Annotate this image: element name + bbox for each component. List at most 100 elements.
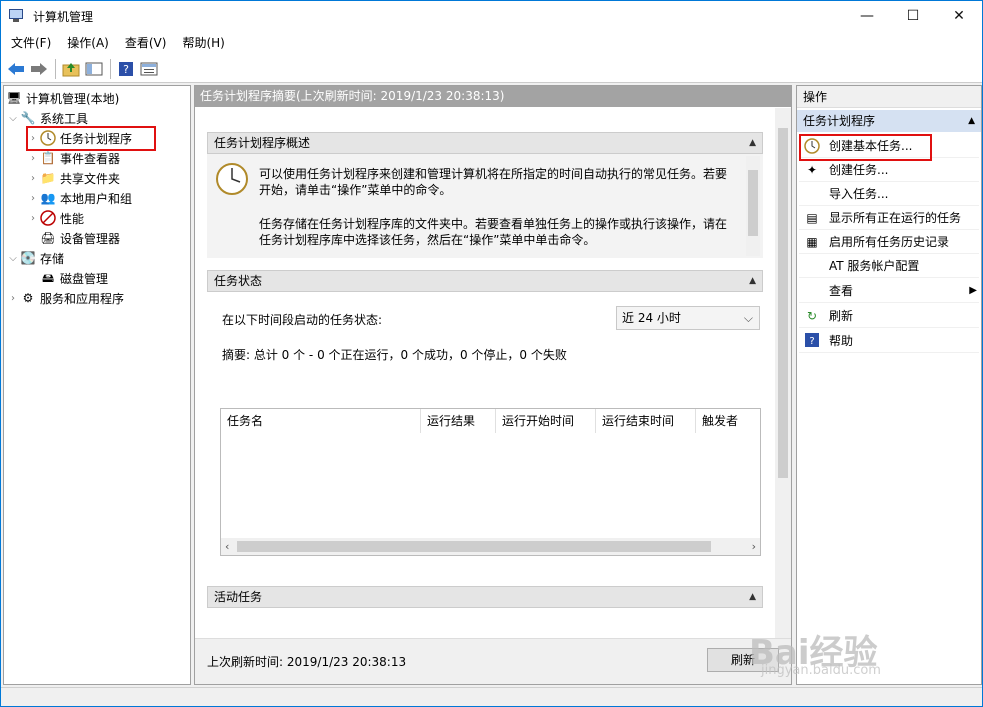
column-header[interactable]: 运行开始时间 — [496, 409, 596, 433]
tree-item-root[interactable]: 🖥 计算机管理(本地) — [6, 88, 119, 108]
storage-icon: 💽 — [20, 251, 36, 265]
tree-item-shared-folders[interactable]: › 📁 共享文件夹 — [26, 168, 120, 188]
collapse-up-icon[interactable]: ▲ — [749, 271, 756, 291]
blank-icon — [803, 186, 821, 202]
action-refresh[interactable]: ↻ 刷新 — [799, 304, 979, 328]
toolbar-separator — [55, 58, 56, 79]
back-arrow-icon[interactable] — [5, 58, 27, 80]
disk-icon: 🖴 — [41, 271, 55, 285]
tree-item-label: 事件查看器 — [60, 151, 121, 166]
action-import-task[interactable]: 导入任务... — [799, 182, 979, 206]
scrollbar-thumb[interactable] — [778, 128, 788, 478]
tree-item-performance[interactable]: › 性能 — [26, 208, 84, 228]
status-section-header[interactable]: 任务状态 ▲ — [207, 270, 763, 292]
expand-chevron-icon[interactable]: › — [26, 173, 40, 184]
column-header[interactable]: 运行结果 — [421, 409, 496, 433]
list-icon: ▤ — [806, 210, 818, 225]
scroll-right-icon[interactable]: › — [752, 538, 756, 555]
action-label: 显示所有正在运行的任务 — [829, 211, 962, 225]
scroll-left-icon[interactable]: ‹ — [225, 538, 229, 555]
collapse-up-icon[interactable]: ▲ — [968, 110, 975, 132]
menu-file[interactable]: 文件(F) — [3, 31, 59, 55]
section-title: 活动任务 — [214, 590, 263, 604]
menu-help[interactable]: 帮助(H) — [174, 31, 232, 55]
up-folder-icon[interactable] — [60, 58, 82, 80]
tree-item-label: 磁盘管理 — [60, 271, 109, 286]
scrollbar-thumb[interactable] — [748, 170, 758, 236]
expand-chevron-icon[interactable]: › — [6, 293, 20, 304]
section-title: 任务状态 — [214, 274, 263, 288]
tree-item-system-tools[interactable]: ⌵ 🔧 系统工具 — [6, 108, 88, 128]
services-icon: ⚙ — [22, 291, 34, 305]
collapse-up-icon[interactable]: ▲ — [749, 587, 756, 607]
action-label: 查看 — [829, 284, 854, 298]
action-enable-history[interactable]: ▦ 启用所有任务历史记录 — [799, 230, 979, 254]
last-refresh-text: 上次刷新时间: 2019/1/23 20:38:13 — [207, 655, 407, 669]
show-hide-tree-icon[interactable] — [83, 58, 105, 80]
tree-item-label: 系统工具 — [40, 111, 89, 126]
table-hscrollbar[interactable]: ‹ › — [221, 538, 760, 555]
properties-icon[interactable] — [138, 58, 160, 80]
collapse-chevron-icon[interactable]: ⌵ — [6, 113, 20, 124]
tree-item-label: 本地用户和组 — [60, 191, 133, 206]
expand-chevron-icon[interactable]: › — [26, 193, 40, 204]
tree-item-disk-management[interactable]: 🖴 磁盘管理 — [40, 268, 108, 288]
action-display-running-tasks[interactable]: ▤ 显示所有正在运行的任务 — [799, 206, 979, 230]
tree-item-storage[interactable]: ⌵ 💽 存储 — [6, 248, 64, 268]
action-label: AT 服务帐户配置 — [829, 259, 920, 273]
overview-text: 开始，请单击“操作”菜单中的命令。 — [259, 183, 452, 197]
action-label: 导入任务... — [829, 187, 889, 201]
navigation-tree: 🖥 计算机管理(本地) ⌵ 🔧 系统工具 › 任务计划程序 › 📋 事件查看器 … — [3, 85, 191, 685]
minimize-button[interactable]: — — [844, 1, 890, 31]
action-label: 帮助 — [829, 334, 854, 348]
close-button[interactable]: ✕ — [936, 1, 982, 31]
tree-item-device-manager[interactable]: 🖨 设备管理器 — [40, 228, 120, 248]
event-viewer-icon: 📋 — [40, 151, 56, 165]
column-header[interactable]: 触发者 — [696, 409, 760, 433]
overview-scrollbar[interactable] — [746, 156, 760, 256]
actions-section-header[interactable]: 任务计划程序 ▲ — [797, 110, 981, 132]
overview-section-header[interactable]: 任务计划程序概述 ▲ — [207, 132, 763, 154]
create-task-icon: ✦ — [806, 162, 818, 177]
tree-item-services-apps[interactable]: › ⚙ 服务和应用程序 — [6, 288, 124, 308]
action-label: 启用所有任务历史记录 — [829, 235, 950, 249]
action-at-service-config[interactable]: AT 服务帐户配置 — [799, 254, 979, 278]
panel-scrollbar[interactable] — [775, 108, 791, 638]
svg-text:?: ? — [123, 63, 129, 76]
expand-chevron-icon[interactable]: › — [26, 213, 40, 224]
expand-chevron-icon[interactable]: › — [26, 153, 40, 164]
collapse-chevron-icon[interactable]: ⌵ — [6, 253, 20, 264]
tree-item-local-users[interactable]: › 👥 本地用户和组 — [26, 188, 132, 208]
scrollbar-thumb[interactable] — [237, 541, 711, 552]
tree-item-label: 性能 — [60, 211, 85, 226]
tools-icon: 🔧 — [20, 111, 36, 125]
forward-arrow-icon[interactable] — [28, 58, 50, 80]
watermark-url: jingyan.baidu.com — [761, 663, 881, 678]
title-bar: 计算机管理 — ☐ ✕ — [1, 1, 982, 31]
highlight-box — [26, 126, 156, 151]
period-dropdown[interactable]: 近 24 小时 ⌵ — [616, 306, 760, 330]
status-label: 在以下时间段启动的任务状态: — [222, 313, 383, 327]
column-header[interactable]: 运行结束时间 — [596, 409, 696, 433]
submenu-arrow-icon: ▶ — [969, 285, 977, 296]
menu-view[interactable]: 查看(V) — [117, 31, 175, 55]
menu-action[interactable]: 操作(A) — [59, 31, 117, 55]
action-label: 刷新 — [829, 309, 854, 323]
action-help[interactable]: ? 帮助 — [799, 329, 979, 353]
history-icon: ▦ — [806, 234, 818, 249]
action-create-task[interactable]: ✦ 创建任务... — [799, 158, 979, 182]
help-icon[interactable]: ? — [115, 58, 137, 80]
tree-item-label: 计算机管理(本地) — [26, 91, 120, 106]
column-header[interactable]: 任务名 — [221, 409, 421, 433]
highlight-box — [799, 134, 932, 161]
action-view[interactable]: 查看 ▶ — [799, 279, 979, 303]
collapse-up-icon[interactable]: ▲ — [749, 133, 756, 153]
active-tasks-section-header[interactable]: 活动任务 ▲ — [207, 586, 763, 608]
tree-item-event-viewer[interactable]: › 📋 事件查看器 — [26, 148, 120, 168]
maximize-button[interactable]: ☐ — [890, 1, 936, 31]
chevron-down-icon: ⌵ — [743, 311, 753, 325]
svg-text:?: ? — [809, 336, 814, 347]
overview-text: 任务计划程序库中选择该任务，然后在“操作”菜单中单击命令。 — [259, 233, 596, 247]
refresh-icon: ↻ — [806, 308, 818, 323]
device-manager-icon: 🖨 — [40, 231, 56, 245]
